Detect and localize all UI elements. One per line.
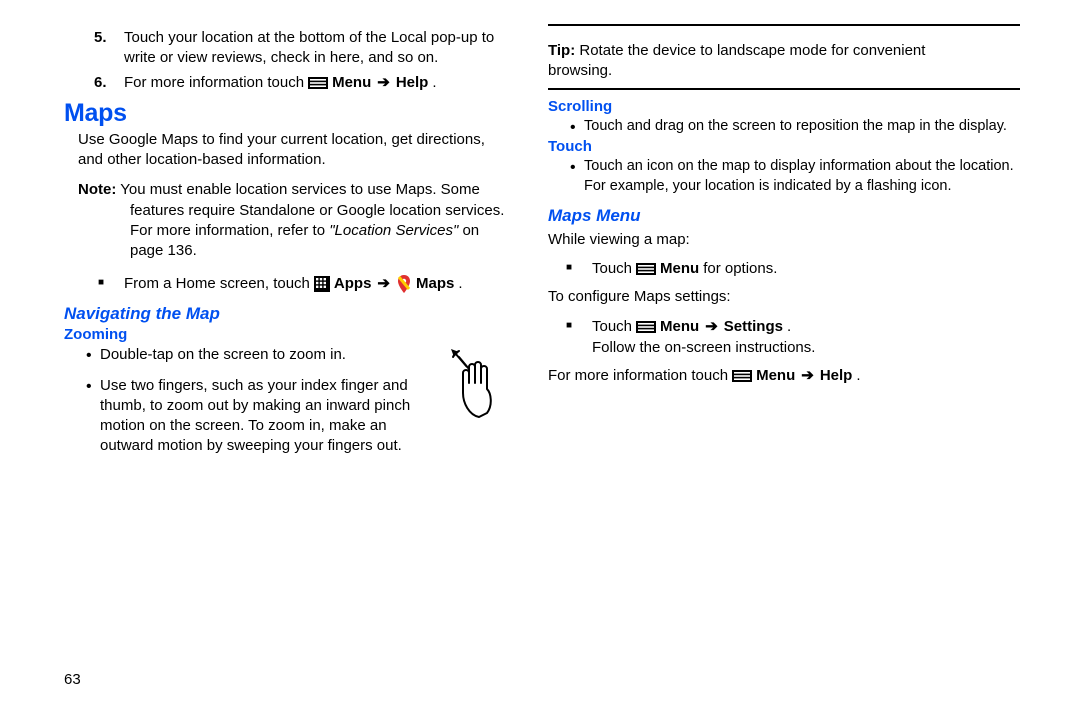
apps-label: Apps bbox=[334, 273, 372, 294]
maps-label: Maps bbox=[416, 273, 454, 294]
step-number: 5. bbox=[94, 28, 107, 48]
zoom-bullet-2: Use two fingers, such as your index fing… bbox=[86, 376, 470, 457]
heading-touch: Touch bbox=[548, 138, 1020, 155]
note-ref: "Location Services" bbox=[329, 222, 458, 239]
note-label: Note: bbox=[78, 181, 116, 198]
maps-menu-settings-step: Touch Menu ➔ Settings. Follow the on-scr… bbox=[566, 316, 1020, 358]
tip-body-2: browsing. bbox=[548, 62, 612, 79]
help-label: Help bbox=[396, 73, 429, 93]
menu-label: Menu bbox=[660, 258, 699, 279]
arrow-icon: ➔ bbox=[375, 73, 392, 93]
maps-menu-while: While viewing a map: bbox=[548, 230, 1020, 250]
menu-label: Menu bbox=[660, 316, 699, 337]
home-pre: From a Home screen, touch bbox=[124, 273, 310, 294]
maps-menu-more-info: For more information touch Menu ➔ Help. bbox=[548, 366, 1020, 386]
heading-scrolling: Scrolling bbox=[548, 98, 1020, 115]
step-5: 5. Touch your location at the bottom of … bbox=[64, 28, 510, 69]
step-6-pre: For more information touch bbox=[124, 73, 304, 93]
scroll-bullet-1: Touch and drag on the screen to repositi… bbox=[570, 117, 1020, 137]
step-number: 6. bbox=[94, 73, 107, 93]
note-block: Note: You must enable location services … bbox=[78, 180, 510, 261]
page-number: 63 bbox=[64, 671, 81, 688]
maps-menu-options: Touch Menu for options. bbox=[566, 258, 1020, 279]
step-6: 6. For more information touch Menu ➔ Hel… bbox=[64, 73, 510, 93]
heading-maps-menu: Maps Menu bbox=[548, 206, 1020, 226]
heading-navigating: Navigating the Map bbox=[64, 304, 510, 324]
maps-intro: Use Google Maps to find your current loc… bbox=[78, 130, 510, 171]
touch-word: Touch bbox=[592, 316, 632, 337]
tip-block: Tip: Rotate the device to landscape mode… bbox=[548, 41, 1020, 90]
touch-bullet-1: Touch an icon on the map to display info… bbox=[570, 157, 1020, 196]
home-screen-step: From a Home screen, touch Apps ➔ bbox=[98, 273, 510, 294]
maps-pin-icon bbox=[396, 273, 412, 294]
step-5-text: Touch your location at the bottom of the… bbox=[124, 29, 494, 66]
heading-zooming: Zooming bbox=[64, 326, 510, 343]
arrow-icon: ➔ bbox=[375, 273, 392, 294]
menu-icon bbox=[636, 316, 656, 337]
tip-label: Tip: bbox=[548, 42, 575, 59]
menu-label: Menu bbox=[756, 366, 795, 386]
for-options: for options. bbox=[703, 258, 777, 279]
menu-icon bbox=[732, 366, 752, 386]
follow-instructions: Follow the on-screen instructions. bbox=[592, 339, 815, 356]
touch-word: Touch bbox=[592, 258, 632, 279]
note-body-1: You must enable location services to use… bbox=[116, 181, 480, 198]
settings-label: Settings bbox=[724, 316, 783, 337]
menu-icon bbox=[636, 258, 656, 279]
more-info-pre: For more information touch bbox=[548, 366, 728, 386]
menu-label: Menu bbox=[332, 73, 371, 93]
heading-maps: Maps bbox=[64, 99, 510, 128]
tip-body-1: Rotate the device to landscape mode for … bbox=[575, 42, 925, 59]
arrow-icon: ➔ bbox=[703, 316, 720, 337]
help-label: Help bbox=[820, 366, 853, 386]
arrow-icon: ➔ bbox=[799, 366, 816, 386]
zoom-bullet-1: Double-tap on the screen to zoom in. bbox=[86, 345, 470, 365]
menu-icon bbox=[308, 73, 328, 93]
apps-grid-icon bbox=[314, 273, 330, 294]
maps-menu-config: To configure Maps settings: bbox=[548, 287, 1020, 307]
